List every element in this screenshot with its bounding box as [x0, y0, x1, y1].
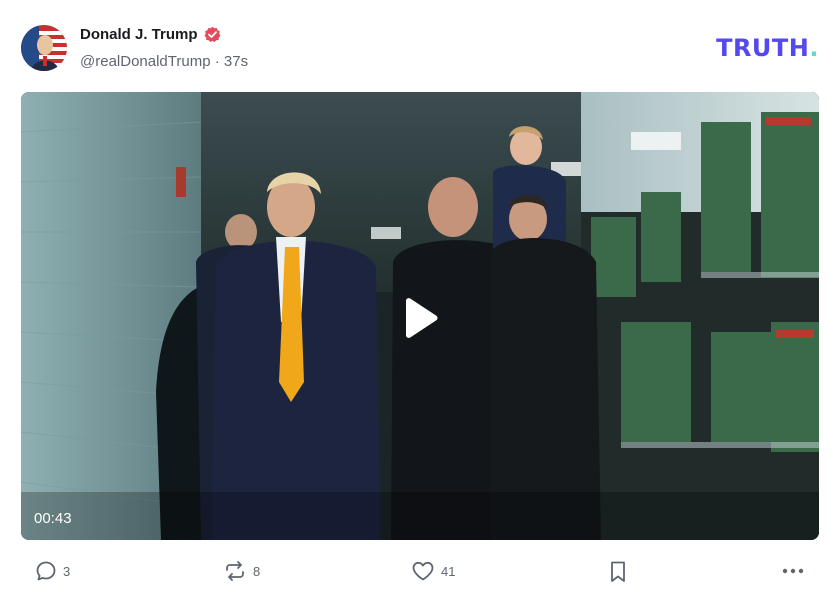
- truth-logo[interactable]: TRUTH.: [716, 34, 819, 62]
- retruth-count: 8: [253, 563, 261, 579]
- logo-dot: .: [809, 34, 819, 62]
- bookmark-icon: [608, 560, 628, 584]
- bookmark-button[interactable]: [608, 560, 628, 584]
- author-name-row: Donald J. Trump: [80, 26, 221, 43]
- play-icon[interactable]: [401, 298, 441, 338]
- verified-badge-icon: [204, 26, 221, 43]
- heart-icon: [411, 560, 435, 582]
- action-bar: 3 8 41: [21, 560, 821, 590]
- like-button[interactable]: 41: [411, 560, 455, 582]
- reply-icon: [35, 560, 57, 582]
- retruth-button[interactable]: 8: [223, 560, 260, 582]
- avatar[interactable]: [21, 25, 67, 71]
- post-header: Donald J. Trump @realDonaldTrump · 37s T…: [21, 24, 821, 74]
- logo-text: TRUTH: [716, 34, 810, 62]
- video-player[interactable]: 00:43: [21, 92, 819, 540]
- display-name[interactable]: Donald J. Trump: [80, 26, 198, 43]
- handle[interactable]: @realDonaldTrump: [80, 53, 211, 70]
- reply-count: 3: [63, 563, 71, 579]
- like-count: 41: [441, 563, 456, 579]
- retruth-icon: [223, 560, 247, 582]
- more-icon: [781, 560, 805, 582]
- timestamp[interactable]: 37s: [224, 53, 248, 70]
- more-button[interactable]: [781, 560, 805, 582]
- meta-separator: ·: [210, 53, 224, 70]
- author-meta: @realDonaldTrump · 37s: [80, 53, 248, 70]
- reply-button[interactable]: 3: [35, 560, 70, 582]
- video-duration: 00:43: [34, 510, 72, 527]
